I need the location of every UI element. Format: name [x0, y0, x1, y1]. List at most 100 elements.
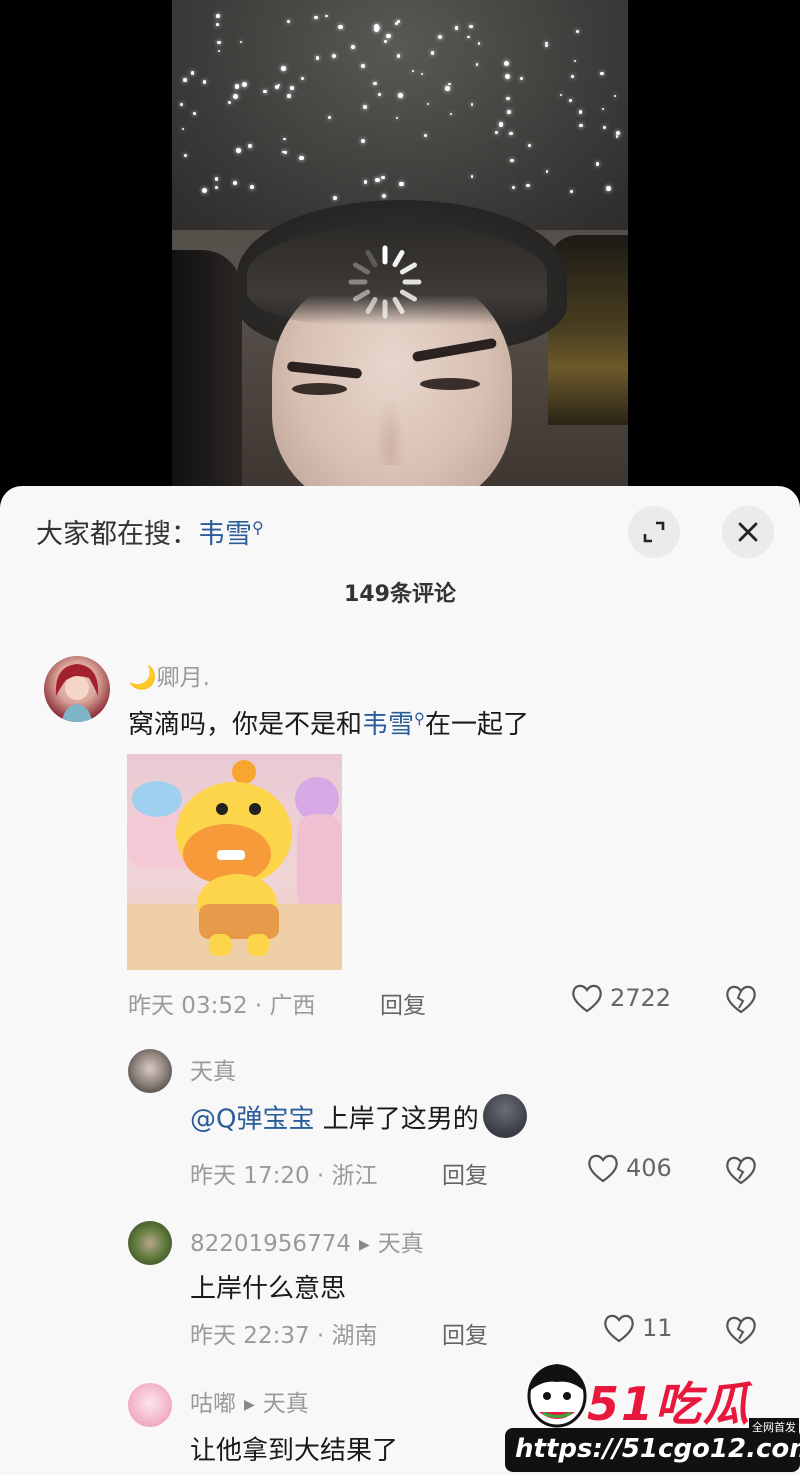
watermark-tag: 全网首发	[749, 1418, 799, 1436]
comment-meta: 昨天 03:52 · 广西	[128, 993, 316, 1019]
close-icon	[738, 522, 758, 542]
comment-username[interactable]: 天真	[190, 1052, 236, 1086]
star	[360, 64, 366, 69]
star	[498, 121, 504, 127]
star	[395, 116, 399, 119]
video-player[interactable]	[0, 0, 800, 500]
star	[183, 78, 187, 83]
star	[378, 93, 382, 97]
comment-text: @Q弹宝宝 上岸了这男的	[190, 1094, 527, 1142]
comment-text-part: 在一起了	[425, 710, 530, 740]
star	[233, 94, 238, 100]
username-text: 咕嘟	[190, 1391, 236, 1417]
reply-button[interactable]: 回复	[380, 986, 426, 1020]
star	[234, 84, 239, 89]
star	[508, 131, 513, 136]
star	[281, 66, 286, 71]
like-count: 406	[626, 1154, 672, 1182]
star	[603, 125, 607, 129]
star	[202, 188, 207, 194]
star	[510, 158, 514, 163]
search-term-link[interactable]: 韦雪⚲	[362, 709, 426, 740]
avatar[interactable]	[128, 1383, 172, 1427]
star	[215, 13, 220, 18]
mention-link[interactable]: @Q弹宝宝	[190, 1105, 314, 1135]
star	[560, 93, 563, 97]
trending-search-term[interactable]: 韦雪⚲	[198, 518, 264, 550]
star	[375, 177, 380, 182]
star	[511, 185, 516, 189]
search-term-text: 韦雪	[198, 519, 252, 550]
reply-to-username[interactable]: 天真	[263, 1391, 309, 1417]
star	[283, 137, 286, 141]
avatar[interactable]	[44, 656, 110, 722]
star	[412, 69, 415, 72]
reply-to-username[interactable]: 天真	[378, 1231, 424, 1257]
watermark-logo: 51吃瓜	[587, 1377, 752, 1431]
starry-ceiling	[172, 0, 628, 230]
star	[190, 71, 194, 75]
star	[506, 110, 511, 114]
watermark-url: https://51cgo12.com	[515, 1434, 800, 1464]
star	[398, 93, 403, 98]
expand-button[interactable]	[628, 506, 680, 558]
like-button[interactable]: 2722	[570, 982, 671, 1014]
star	[192, 111, 196, 115]
star	[315, 56, 320, 60]
expand-icon	[643, 521, 665, 543]
star	[240, 41, 243, 44]
star	[470, 175, 474, 178]
avatar[interactable]	[128, 1221, 172, 1265]
star	[217, 49, 221, 53]
star	[430, 50, 435, 55]
star	[383, 39, 388, 44]
comment-sticker-image[interactable]	[127, 754, 342, 970]
star	[596, 162, 600, 166]
star	[287, 19, 291, 23]
star	[467, 35, 470, 39]
star	[373, 24, 379, 30]
star	[216, 22, 219, 26]
comment-username[interactable]: 82201956774 ▶ 天真	[190, 1224, 424, 1258]
star	[362, 104, 367, 109]
star	[399, 182, 404, 187]
broken-heart-icon[interactable]	[724, 1154, 758, 1186]
comment-text: 窝滴吗，你是不是和韦雪⚲在一起了	[128, 704, 529, 741]
username-text: 卿月.	[156, 665, 210, 691]
link-text: 韦雪	[362, 710, 415, 740]
like-button[interactable]: 406	[586, 1152, 672, 1184]
star	[235, 148, 241, 153]
star	[505, 74, 510, 79]
avatar[interactable]	[128, 1049, 172, 1093]
broken-heart-icon[interactable]	[724, 983, 758, 1015]
like-button[interactable]: 11	[602, 1312, 673, 1344]
star	[214, 176, 219, 181]
comment-location: 广西	[269, 993, 316, 1019]
reply-button[interactable]: 回复	[442, 1156, 488, 1190]
star	[615, 135, 619, 138]
trending-search[interactable]: 大家都在搜：韦雪⚲	[36, 512, 264, 551]
star	[477, 42, 481, 45]
reply-button[interactable]: 回复	[442, 1316, 488, 1350]
reply-arrow-icon: ▶	[358, 1236, 370, 1253]
broken-heart-icon[interactable]	[724, 1314, 758, 1346]
star	[290, 86, 294, 90]
search-icon: ⚲	[414, 709, 426, 728]
comment-text: 让他拿到大结果了	[190, 1436, 399, 1466]
heart-icon	[588, 1154, 618, 1183]
star	[232, 180, 237, 185]
watermark-mascot-icon	[527, 1364, 587, 1428]
close-button[interactable]	[722, 506, 774, 558]
star	[574, 60, 577, 63]
comment-username[interactable]: 咕嘟 ▶ 天真	[190, 1384, 309, 1418]
comment-panel: 大家都在搜：韦雪⚲ 149条评论 🌙卿月. 窝滴吗，你是不是和韦雪⚲在一起了 昨…	[0, 486, 800, 1475]
star	[454, 26, 458, 30]
star	[569, 99, 572, 103]
comment-username[interactable]: 🌙卿月.	[128, 658, 210, 692]
star	[181, 127, 184, 131]
star	[215, 185, 218, 189]
star	[448, 83, 451, 86]
comment-time: 昨天 22:37	[190, 1323, 310, 1349]
search-icon: ⚲	[252, 518, 264, 537]
star	[394, 22, 398, 26]
